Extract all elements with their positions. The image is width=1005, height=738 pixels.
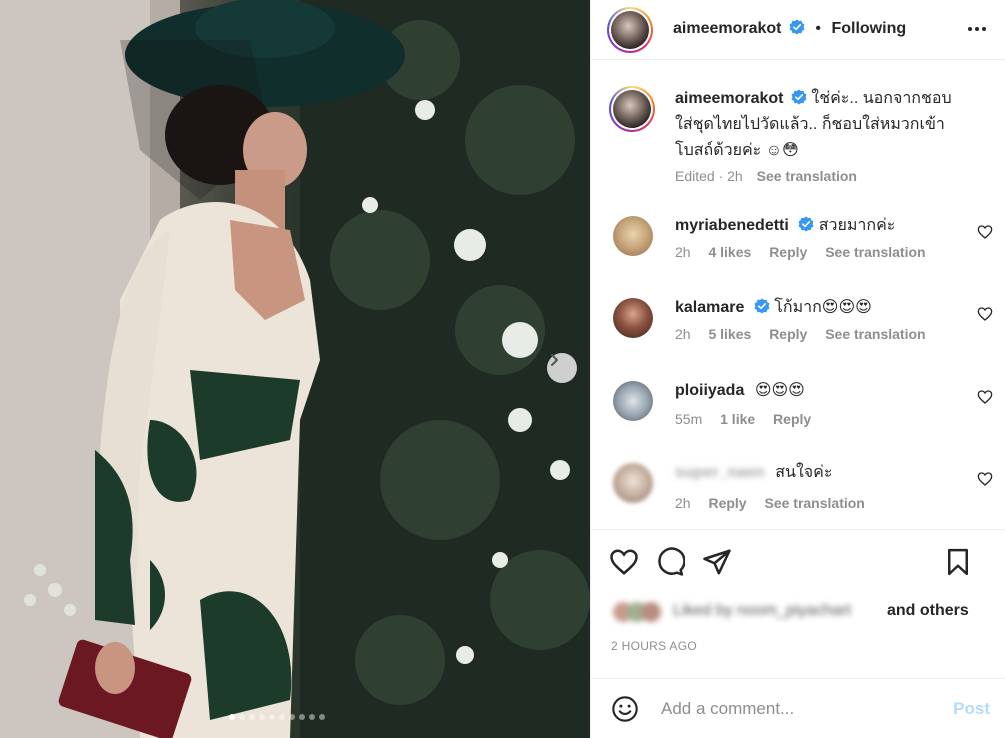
post-header: aimeemorakot • Following [591,0,1005,60]
commenter-username[interactable]: super_naen [675,464,765,481]
commenter-avatar[interactable] [613,463,653,503]
comment-time: 55m [675,411,703,427]
verified-icon [789,19,805,35]
author-username[interactable]: aimeemorakot [673,20,782,37]
and-others-link[interactable]: and others [887,602,969,620]
like-comment-heart-icon[interactable] [977,306,993,322]
comment-likes[interactable]: 1 like [720,411,755,427]
next-slide-button[interactable] [547,353,577,383]
like-comment-heart-icon[interactable] [977,471,993,487]
share-icon[interactable] [702,547,732,577]
comment-time: 2h [675,326,691,342]
commenter-avatar[interactable] [613,381,653,421]
see-translation-link[interactable]: See translation [825,326,925,342]
liked-by-text: Liked by noom_piyachart [673,602,851,619]
verified-icon [798,216,814,232]
carousel-dot [299,714,305,720]
post-photo [0,0,590,738]
carousel-dot [249,714,255,720]
reply-button[interactable]: Reply [769,326,807,342]
carousel-dot [309,714,315,720]
like-comment-heart-icon[interactable] [977,389,993,405]
post-media[interactable] [0,0,590,738]
comment-likes[interactable]: 4 likes [708,244,751,260]
post-timestamp: 2 HOURS AGO [611,639,697,653]
comment-icon[interactable] [655,547,685,577]
carousel-dot [259,714,265,720]
separator-dot: • [815,20,822,37]
comment-time: 2h [675,495,691,511]
reply-button[interactable]: Reply [769,244,807,260]
commenter-avatar[interactable] [613,216,653,256]
comment-likes[interactable]: 5 likes [708,326,751,342]
more-icon[interactable] [966,18,988,40]
post-side-panel: aimeemorakot • Following aimeemorakot ใช… [590,0,1005,738]
comment-text: โก้มาก😍😍😍 [774,299,872,316]
carousel-dot [269,714,275,720]
carousel-dot [319,714,325,720]
heart-icon[interactable] [609,547,639,577]
carousel-indicator [229,714,325,720]
caption-meta: Edited · 2h [675,168,743,184]
author-avatar[interactable] [609,86,655,132]
comment-text: สวยมากค่ะ [818,217,896,234]
verified-icon [791,89,807,105]
comment-text: 😍😍😍 [754,382,805,399]
caption-username[interactable]: aimeemorakot [675,90,784,107]
see-translation-link[interactable]: See translation [764,495,864,511]
carousel-dot [289,714,295,720]
carousel-dot [229,714,235,720]
liker-avatars [613,600,671,624]
see-translation-link[interactable]: See translation [757,168,857,184]
commenter-username[interactable]: myriabenedetti [675,217,789,234]
verified-icon [754,298,770,314]
commenter-username[interactable]: kalamare [675,299,744,316]
reply-button[interactable]: Reply [708,495,746,511]
add-comment-bar: Post [591,678,1005,738]
carousel-dot [279,714,285,720]
likes-summary[interactable]: Liked by noom_piyachart and others [609,600,999,626]
author-avatar[interactable] [607,7,653,53]
comment-text: สนใจค่ะ [775,464,833,481]
bookmark-icon[interactable] [943,547,973,577]
chevron-right-icon [551,354,558,366]
post-comment-button[interactable]: Post [953,699,990,719]
reply-button[interactable]: Reply [773,411,811,427]
carousel-dot [239,714,245,720]
commenter-username[interactable]: ploiiyada [675,382,744,399]
commenter-avatar[interactable] [613,298,653,338]
like-comment-heart-icon[interactable] [977,224,993,240]
following-button[interactable]: Following [831,20,906,37]
add-comment-input[interactable] [661,697,931,721]
post-actions [609,547,989,581]
see-translation-link[interactable]: See translation [825,244,925,260]
comment-time: 2h [675,244,691,260]
divider [591,529,1005,530]
emoji-icon[interactable] [611,695,639,723]
